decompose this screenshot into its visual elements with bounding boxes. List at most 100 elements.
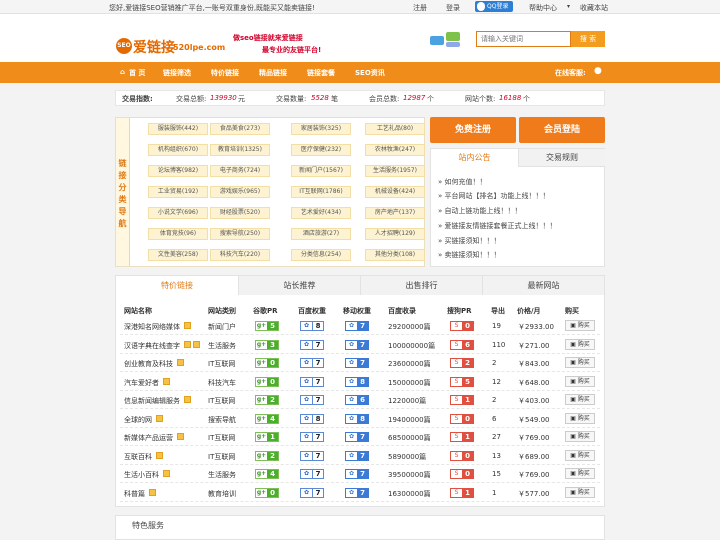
category-item[interactable]: 财经股票(520) — [210, 207, 270, 219]
notice-item[interactable]: » 平台网站【排名】功能上线！！！ — [438, 191, 550, 201]
buy-button[interactable]: ▣ 购买 — [565, 320, 595, 331]
category-item[interactable]: 农林牧渔(247) — [365, 144, 425, 156]
free-register-button[interactable]: 免费注册 — [430, 117, 516, 143]
bookmark-link[interactable]: 收藏本站 — [580, 3, 608, 13]
outlink-count: 2 — [492, 359, 497, 367]
nav-item-link-filter[interactable]: 链接筛选 — [163, 68, 191, 78]
category-item[interactable]: 教育培训(1325) — [210, 144, 270, 156]
category-item[interactable]: 搜索导航(250) — [210, 228, 270, 240]
tab-trade-rules[interactable]: 交易规则 — [518, 149, 605, 167]
nav-item-seo-news[interactable]: SEO资讯 — [355, 68, 385, 78]
tab-site-notice[interactable]: 站内公告 — [431, 149, 518, 167]
tab-special-links[interactable]: 特价链接 — [116, 276, 238, 295]
tab-latest-sites[interactable]: 最新网站 — [482, 276, 604, 295]
buy-button[interactable]: ▣ 购买 — [565, 468, 595, 479]
baidu-index-count: 100000000篇 — [388, 341, 436, 350]
category-item[interactable]: 机械设备(424) — [365, 186, 425, 198]
google-icon: g+ — [256, 340, 267, 349]
sogou-pr-badge: S0 — [450, 413, 474, 424]
category-item[interactable]: 艺术爱好(434) — [291, 207, 351, 219]
table-row: 科普篇 教育培训 g+ 0 ✿ 7 ✿ 7 16300000篇 S 1 1 ￥577.00 ▣ 购买 — [120, 484, 600, 502]
qq-login-button[interactable]: QQ登录 — [475, 1, 513, 12]
site-name-link[interactable]: 汉语字典在线查字 — [124, 341, 180, 351]
site-name-link[interactable]: 生活小百科 — [124, 470, 159, 480]
nav-item-link-packages[interactable]: 链接套餐 — [307, 68, 335, 78]
category-item[interactable]: 食品美食(273) — [210, 123, 270, 135]
search-input[interactable] — [476, 31, 571, 47]
category-item[interactable]: 小说文学(696) — [148, 207, 208, 219]
register-link[interactable]: 注册 — [413, 3, 427, 13]
notice-item[interactable]: » 买链接须知！！！ — [438, 236, 501, 246]
sogou-icon: S — [454, 433, 459, 440]
buy-button[interactable]: ▣ 购买 — [565, 412, 595, 424]
category-item[interactable]: 机构组织(670) — [148, 144, 208, 156]
site-name-link[interactable]: 科普篇 — [124, 489, 145, 499]
site-name-link[interactable]: 汽车爱好者 — [124, 378, 159, 388]
baidu-weight-badge: ✿ 8 — [300, 413, 324, 424]
site-name-link[interactable]: 创业教育及科技 — [124, 359, 173, 369]
notice-item[interactable]: » 自动上链功能上线！！！ — [438, 206, 522, 216]
notice-item[interactable]: » 爱链接友情链接套餐正式上线！！！ — [438, 221, 557, 231]
category-item[interactable]: 酒店旅游(27) — [291, 228, 351, 240]
buy-button[interactable]: ▣ 购买 — [565, 375, 595, 387]
category-item[interactable]: 新闻门户(1567) — [291, 165, 351, 177]
category-item[interactable]: 体育竞技(96) — [148, 228, 208, 240]
site-name-link[interactable]: 信息新闻编辑服务 — [124, 396, 180, 406]
help-center-link[interactable]: 帮助中心 — [529, 3, 557, 13]
welcome-message: 您好,爱链接SEO营销推广平台,一账号双重身份,既能买又能卖链接! — [109, 4, 315, 12]
category-item[interactable]: IT互联网(1786) — [291, 186, 351, 198]
site-name-link[interactable]: 全球的网 — [124, 415, 152, 425]
qq-service-icon[interactable]: ● — [594, 66, 602, 76]
category-item[interactable]: 医疗保健(232) — [291, 144, 351, 156]
nav-item-special-links[interactable]: 特价链接 — [211, 68, 239, 78]
category-item[interactable]: 服装服饰(442) — [148, 123, 208, 135]
qq-icon — [477, 2, 485, 11]
login-link[interactable]: 登录 — [446, 3, 460, 13]
site-name-link[interactable]: 互联百科 — [124, 452, 152, 462]
category-item[interactable]: 工业贸易(192) — [148, 186, 208, 198]
category-item[interactable]: 分类信息(254) — [291, 249, 351, 261]
logo-text[interactable]: 爱链接 — [133, 37, 175, 57]
notice-item[interactable]: » 如何充值！！ — [438, 177, 487, 187]
category-item[interactable]: 人才招聘(129) — [365, 228, 425, 240]
site-category: IT互联网 — [208, 397, 236, 405]
category-item[interactable]: 文性美容(258) — [148, 249, 208, 261]
category-item[interactable]: 游戏娱乐(965) — [210, 186, 270, 198]
stat-trades-unit: 笔 — [331, 95, 338, 103]
buy-button[interactable]: ▣ 购买 — [565, 449, 595, 461]
category-item[interactable]: 房产地产(137) — [365, 207, 425, 219]
logo-badge: SEO — [116, 38, 132, 54]
member-login-button[interactable]: 会员登陆 — [519, 117, 605, 143]
category-item[interactable]: 生活服务(1957) — [365, 165, 425, 177]
nav-item-premium-links[interactable]: 精品链接 — [259, 68, 287, 78]
buy-button[interactable]: ▣ 购买 — [565, 431, 595, 442]
category-item[interactable]: 工艺礼品(80) — [365, 123, 425, 135]
tab-sales-ranking[interactable]: 出售排行 — [360, 276, 482, 295]
site-name-link[interactable]: 新媒体产品运营 — [124, 433, 173, 443]
site-name-link[interactable]: 深港知名网络媒体 — [124, 322, 180, 332]
col-baidu-weight: 百度权重 — [298, 307, 326, 315]
sogou-icon: S — [454, 359, 459, 366]
buy-button[interactable]: ▣ 购买 — [565, 486, 595, 498]
category-item[interactable]: 论坛博客(982) — [148, 165, 208, 177]
google-icon: g+ — [256, 433, 267, 441]
buy-button[interactable]: ▣ 购买 — [565, 394, 595, 405]
category-item[interactable]: 家居装饰(325) — [291, 123, 351, 135]
buy-button[interactable]: ▣ 购买 — [565, 338, 595, 350]
notice-item[interactable]: » 卖链接须知！！！ — [438, 250, 501, 260]
baidu-index-count: 15000000篇 — [388, 378, 431, 387]
tab-recommended[interactable]: 站长推荐 — [238, 276, 360, 295]
cart-icon: ▣ — [570, 340, 578, 348]
sogou-icon: S — [454, 340, 459, 348]
buy-button[interactable]: ▣ 购买 — [565, 357, 595, 368]
nav-item-home[interactable]: 首 页 — [129, 68, 145, 78]
search-button[interactable]: 搜 索 — [571, 31, 605, 47]
table-row: 生活小百科 生活服务 g+ 4 ✿ 7 ✿ 7 39500000篇 S 0 15 ￥769.00 ▣ 购买 — [120, 465, 600, 483]
category-item[interactable]: 电子商务(724) — [210, 165, 270, 177]
category-item[interactable]: 科技汽车(220) — [210, 249, 270, 261]
cart-icon: ▣ — [570, 470, 578, 477]
baidu-weight-badge: ✿ 7 — [300, 487, 324, 498]
category-item[interactable]: 其他分类(108) — [365, 249, 425, 261]
stat-trades-label: 交易数量: — [276, 95, 307, 103]
site-category: 生活服务 — [208, 471, 236, 479]
